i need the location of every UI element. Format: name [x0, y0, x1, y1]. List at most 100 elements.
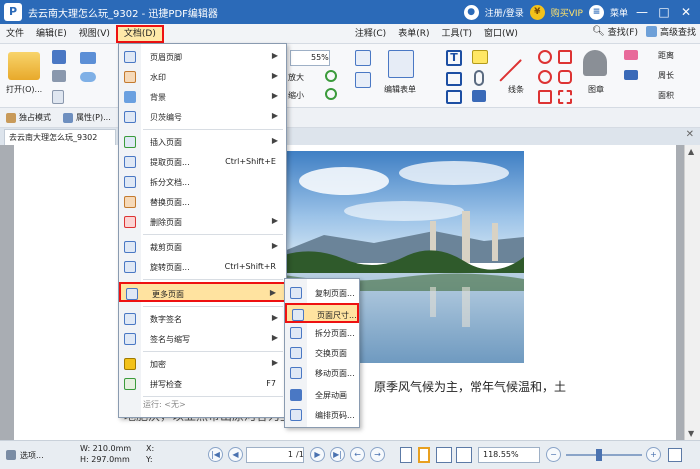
menu-form[interactable]: 表单(R) [392, 25, 435, 43]
submenu-fullscreen-animation[interactable]: 全屏动画 [285, 385, 359, 405]
stamp-icon[interactable] [583, 50, 607, 76]
stamp-label[interactable]: 图章 [588, 84, 604, 95]
login-link[interactable]: 注册/登录 [485, 6, 524, 19]
zoom-in-button[interactable]: + [646, 447, 661, 462]
edit-form-icon[interactable] [388, 50, 414, 78]
menu-spell-check[interactable]: 拼写检查 F7 [119, 374, 286, 394]
submenu-page-size[interactable]: 页面尺寸... [285, 303, 359, 323]
menu-sign-initial[interactable]: 签名与缩写 ▶ [119, 329, 286, 349]
sound-icon[interactable] [472, 90, 486, 102]
submenu-split-page[interactable]: 拆分页面... [285, 323, 359, 343]
zoom-out-icon[interactable] [325, 88, 337, 100]
zoom-out-label[interactable]: 缩小 [288, 90, 304, 101]
back-button[interactable]: ← [350, 447, 365, 462]
menu-replace-page[interactable]: 替换页面... [119, 192, 286, 212]
menu-view[interactable]: 视图(V) [73, 25, 116, 43]
page-icon[interactable] [52, 90, 64, 104]
fit-page-icon[interactable] [668, 448, 682, 462]
menu-digital-signature[interactable]: 数字签名 ▶ [119, 309, 286, 329]
buy-vip-link[interactable]: 购买VIP [551, 6, 583, 19]
zoom-slider-track[interactable] [566, 454, 642, 456]
menu-more-pages[interactable]: 更多页面 ▶ [119, 282, 286, 302]
exclusive-mode-button[interactable]: 独占模式 [0, 112, 57, 123]
menu-document[interactable]: 文档(D) [115, 24, 164, 43]
measure-icon[interactable] [624, 70, 638, 80]
mail-icon[interactable] [80, 52, 96, 64]
menu-crop-page[interactable]: 裁剪页面 ▶ [119, 237, 286, 257]
close-tab-icon[interactable]: ✕ [686, 129, 694, 140]
vip-icon[interactable]: ¥ [529, 4, 545, 20]
lines-label[interactable]: 线条 [508, 84, 524, 95]
ellipse-tool-icon[interactable] [538, 70, 552, 84]
zoom-in-icon[interactable] [325, 70, 337, 82]
menu-insert-page[interactable]: 插入页面 ▶ [119, 132, 286, 152]
last-page-button[interactable]: ▶| [330, 447, 345, 462]
continuous-page-icon[interactable] [418, 447, 430, 463]
rect2-tool-icon[interactable] [558, 90, 572, 104]
options-button[interactable]: 选项... [20, 450, 44, 461]
select-tool-icon[interactable] [355, 72, 371, 88]
line-tool-icon[interactable] [499, 59, 522, 82]
next-page-button[interactable]: ▶ [310, 447, 325, 462]
menu-window[interactable]: 窗口(W) [478, 25, 524, 43]
menu-split-document[interactable]: 拆分文档... [119, 172, 286, 192]
menu-watermark[interactable]: 水印 ▶ [119, 67, 286, 87]
main-menu-link[interactable]: 菜单 [610, 6, 628, 19]
attach-icon[interactable] [474, 70, 484, 86]
zoom-select-status[interactable]: 118.55% [478, 447, 540, 463]
menu-icon[interactable]: ≡ [588, 4, 604, 20]
zoom-out-button[interactable]: − [546, 447, 561, 462]
note-icon[interactable] [472, 50, 488, 64]
document-tab[interactable]: 去云南大理怎么玩_9302 [4, 129, 116, 145]
menu-encrypt[interactable]: 加密 ▶ [119, 354, 286, 374]
zoom-in-label[interactable]: 放大 [288, 72, 304, 83]
submenu-copy-page[interactable]: 复制页面... [285, 283, 359, 303]
submenu-page-numbering[interactable]: 编排页码... [285, 405, 359, 425]
menu-extract-page[interactable]: 提取页面... Ctrl+Shift+E [119, 152, 286, 172]
textbox-icon[interactable] [446, 72, 462, 86]
prev-page-button[interactable]: ◀ [228, 447, 243, 462]
rect-tool-icon[interactable] [538, 90, 552, 104]
save-icon[interactable] [52, 50, 66, 64]
eraser-icon[interactable] [624, 50, 638, 60]
first-page-button[interactable]: |◀ [208, 447, 223, 462]
cloud-tool-icon[interactable] [558, 70, 572, 84]
maximize-icon[interactable]: □ [656, 5, 672, 19]
distance-label[interactable]: 距离 [658, 50, 674, 61]
menu-tools[interactable]: 工具(T) [435, 25, 478, 43]
user-icon[interactable]: ● [463, 4, 479, 20]
typewriter-icon[interactable]: T [446, 50, 462, 66]
cloud-icon[interactable] [80, 72, 96, 82]
zoom-slider-thumb[interactable] [596, 449, 602, 461]
scroll-down-icon[interactable]: ▼ [688, 429, 694, 438]
menu-header-footer[interactable]: 页眉页脚 ▶ [119, 47, 286, 67]
vertical-scrollbar[interactable]: ▲ ▼ [684, 145, 700, 440]
menu-file[interactable]: 文件 [0, 25, 30, 43]
minimize-icon[interactable]: — [634, 5, 650, 19]
zoom-select[interactable]: 55% [290, 50, 330, 66]
continuous-facing-icon[interactable] [456, 447, 472, 463]
menu-rotate-page[interactable]: 旋转页面... Ctrl+Shift+R [119, 257, 286, 277]
open-folder-icon[interactable] [8, 52, 40, 80]
single-page-icon[interactable] [400, 447, 412, 463]
print-icon[interactable] [52, 70, 66, 82]
properties-button[interactable]: 属性(P)... [57, 112, 117, 123]
perimeter-label[interactable]: 周长 [658, 70, 674, 81]
forward-button[interactable]: → [370, 447, 385, 462]
open-button-label[interactable]: 打开(O)... [6, 84, 42, 95]
close-icon[interactable]: ✕ [678, 5, 694, 19]
submenu-move-page[interactable]: 移动页面... [285, 363, 359, 383]
circle-tool-icon[interactable] [538, 50, 552, 64]
scroll-up-icon[interactable]: ▲ [688, 147, 694, 156]
submenu-swap-page[interactable]: 交换页面 [285, 343, 359, 363]
polygon-tool-icon[interactable] [558, 50, 572, 64]
area-label[interactable]: 面积 [658, 90, 674, 101]
callout-icon[interactable] [446, 90, 462, 104]
menu-background[interactable]: 背景 ▶ [119, 87, 286, 107]
edit-form-label[interactable]: 编辑表单 [384, 84, 416, 95]
options-icon[interactable] [6, 450, 16, 460]
text-tool-icon[interactable] [355, 50, 371, 66]
advanced-find-button[interactable]: 高级查找 [645, 25, 696, 38]
find-button[interactable]: 🔍︎ 查找(F) [592, 25, 638, 38]
menu-delete-page[interactable]: 删除页面 ▶ [119, 212, 286, 232]
